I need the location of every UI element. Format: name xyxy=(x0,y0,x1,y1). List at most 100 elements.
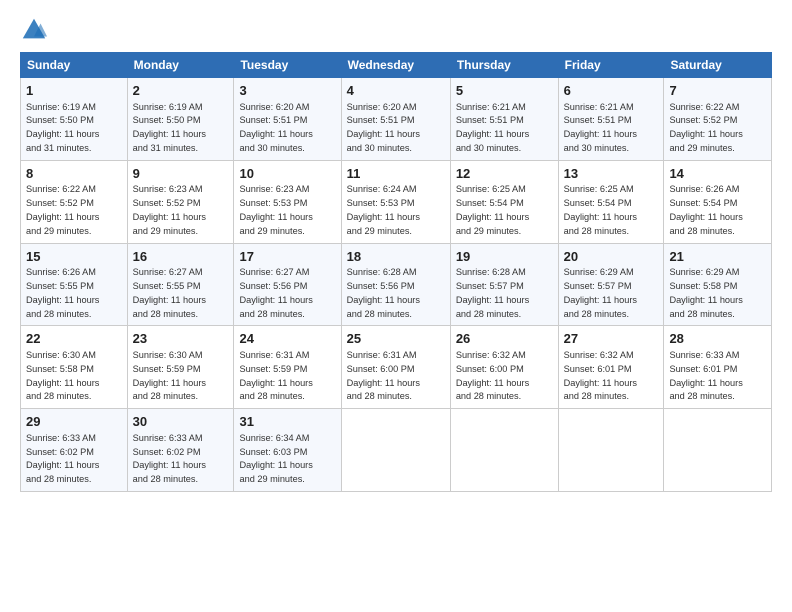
week-row-1: 1 Sunrise: 6:19 AM Sunset: 5:50 PM Daylig… xyxy=(21,78,772,161)
day-cell xyxy=(558,409,664,492)
day-cell: 2 Sunrise: 6:19 AM Sunset: 5:50 PM Daylig… xyxy=(127,78,234,161)
day-info: Sunrise: 6:30 AM Sunset: 5:58 PM Dayligh… xyxy=(26,350,99,401)
calendar-body: 1 Sunrise: 6:19 AM Sunset: 5:50 PM Daylig… xyxy=(21,78,772,492)
logo-icon xyxy=(20,16,48,44)
day-number: 7 xyxy=(669,82,766,100)
day-cell: 31Sunrise: 6:34 AM Sunset: 6:03 PM Dayli… xyxy=(234,409,341,492)
day-info: Sunrise: 6:23 AM Sunset: 5:52 PM Dayligh… xyxy=(133,184,206,235)
header xyxy=(20,16,772,44)
day-number: 29 xyxy=(26,413,122,431)
day-info: Sunrise: 6:19 AM Sunset: 5:50 PM Dayligh… xyxy=(26,102,99,153)
day-cell xyxy=(341,409,450,492)
header-cell-saturday: Saturday xyxy=(664,53,772,78)
day-number: 16 xyxy=(133,248,229,266)
day-cell: 10Sunrise: 6:23 AM Sunset: 5:53 PM Dayli… xyxy=(234,160,341,243)
day-info: Sunrise: 6:29 AM Sunset: 5:58 PM Dayligh… xyxy=(669,267,742,318)
day-info: Sunrise: 6:27 AM Sunset: 5:55 PM Dayligh… xyxy=(133,267,206,318)
day-info: Sunrise: 6:28 AM Sunset: 5:57 PM Dayligh… xyxy=(456,267,529,318)
header-cell-sunday: Sunday xyxy=(21,53,128,78)
day-info: Sunrise: 6:34 AM Sunset: 6:03 PM Dayligh… xyxy=(239,433,312,484)
day-info: Sunrise: 6:31 AM Sunset: 6:00 PM Dayligh… xyxy=(347,350,420,401)
header-cell-tuesday: Tuesday xyxy=(234,53,341,78)
day-number: 21 xyxy=(669,248,766,266)
header-cell-friday: Friday xyxy=(558,53,664,78)
day-number: 25 xyxy=(347,330,445,348)
day-cell: 7 Sunrise: 6:22 AM Sunset: 5:52 PM Daylig… xyxy=(664,78,772,161)
day-number: 3 xyxy=(239,82,335,100)
day-number: 27 xyxy=(564,330,659,348)
day-number: 28 xyxy=(669,330,766,348)
day-info: Sunrise: 6:20 AM Sunset: 5:51 PM Dayligh… xyxy=(347,102,420,153)
day-number: 14 xyxy=(669,165,766,183)
day-cell: 1 Sunrise: 6:19 AM Sunset: 5:50 PM Daylig… xyxy=(21,78,128,161)
week-row-3: 15Sunrise: 6:26 AM Sunset: 5:55 PM Dayli… xyxy=(21,243,772,326)
day-number: 9 xyxy=(133,165,229,183)
day-info: Sunrise: 6:31 AM Sunset: 5:59 PM Dayligh… xyxy=(239,350,312,401)
week-row-5: 29 Sunrise: 6:33 AM Sunset: 6:02 PM Dayli… xyxy=(21,409,772,492)
day-number: 20 xyxy=(564,248,659,266)
day-info: Sunrise: 6:33 AM Sunset: 6:02 PM Dayligh… xyxy=(133,433,206,484)
day-info: Sunrise: 6:28 AM Sunset: 5:56 PM Dayligh… xyxy=(347,267,420,318)
day-cell: 25 Sunrise: 6:31 AM Sunset: 6:00 PM Dayli… xyxy=(341,326,450,409)
day-number: 13 xyxy=(564,165,659,183)
calendar-page: SundayMondayTuesdayWednesdayThursdayFrid… xyxy=(0,0,792,612)
day-info: Sunrise: 6:25 AM Sunset: 5:54 PM Dayligh… xyxy=(564,184,637,235)
day-cell: 8Sunrise: 6:22 AM Sunset: 5:52 PM Daylig… xyxy=(21,160,128,243)
day-info: Sunrise: 6:29 AM Sunset: 5:57 PM Dayligh… xyxy=(564,267,637,318)
day-info: Sunrise: 6:21 AM Sunset: 5:51 PM Dayligh… xyxy=(456,102,529,153)
day-number: 8 xyxy=(26,165,122,183)
day-number: 4 xyxy=(347,82,445,100)
week-row-4: 22Sunrise: 6:30 AM Sunset: 5:58 PM Dayli… xyxy=(21,326,772,409)
day-number: 30 xyxy=(133,413,229,431)
day-cell: 11Sunrise: 6:24 AM Sunset: 5:53 PM Dayli… xyxy=(341,160,450,243)
day-info: Sunrise: 6:22 AM Sunset: 5:52 PM Dayligh… xyxy=(669,102,742,153)
day-number: 1 xyxy=(26,82,122,100)
day-cell: 29 Sunrise: 6:33 AM Sunset: 6:02 PM Dayli… xyxy=(21,409,128,492)
week-row-2: 8Sunrise: 6:22 AM Sunset: 5:52 PM Daylig… xyxy=(21,160,772,243)
day-number: 17 xyxy=(239,248,335,266)
day-number: 11 xyxy=(347,165,445,183)
day-info: Sunrise: 6:30 AM Sunset: 5:59 PM Dayligh… xyxy=(133,350,206,401)
day-cell: 30 Sunrise: 6:33 AM Sunset: 6:02 PM Dayli… xyxy=(127,409,234,492)
day-info: Sunrise: 6:33 AM Sunset: 6:02 PM Dayligh… xyxy=(26,433,99,484)
day-cell: 26Sunrise: 6:32 AM Sunset: 6:00 PM Dayli… xyxy=(450,326,558,409)
header-cell-monday: Monday xyxy=(127,53,234,78)
day-info: Sunrise: 6:25 AM Sunset: 5:54 PM Dayligh… xyxy=(456,184,529,235)
day-number: 26 xyxy=(456,330,553,348)
day-info: Sunrise: 6:26 AM Sunset: 5:54 PM Dayligh… xyxy=(669,184,742,235)
day-info: Sunrise: 6:20 AM Sunset: 5:51 PM Dayligh… xyxy=(239,102,312,153)
day-cell: 3 Sunrise: 6:20 AM Sunset: 5:51 PM Daylig… xyxy=(234,78,341,161)
day-cell: 22Sunrise: 6:30 AM Sunset: 5:58 PM Dayli… xyxy=(21,326,128,409)
day-number: 5 xyxy=(456,82,553,100)
day-number: 6 xyxy=(564,82,659,100)
day-cell: 14Sunrise: 6:26 AM Sunset: 5:54 PM Dayli… xyxy=(664,160,772,243)
day-cell: 18Sunrise: 6:28 AM Sunset: 5:56 PM Dayli… xyxy=(341,243,450,326)
day-info: Sunrise: 6:22 AM Sunset: 5:52 PM Dayligh… xyxy=(26,184,99,235)
day-info: Sunrise: 6:19 AM Sunset: 5:50 PM Dayligh… xyxy=(133,102,206,153)
day-cell: 24Sunrise: 6:31 AM Sunset: 5:59 PM Dayli… xyxy=(234,326,341,409)
day-number: 15 xyxy=(26,248,122,266)
day-number: 10 xyxy=(239,165,335,183)
day-number: 23 xyxy=(133,330,229,348)
calendar-header: SundayMondayTuesdayWednesdayThursdayFrid… xyxy=(21,53,772,78)
header-cell-thursday: Thursday xyxy=(450,53,558,78)
day-info: Sunrise: 6:24 AM Sunset: 5:53 PM Dayligh… xyxy=(347,184,420,235)
day-info: Sunrise: 6:23 AM Sunset: 5:53 PM Dayligh… xyxy=(239,184,312,235)
day-cell xyxy=(450,409,558,492)
day-number: 18 xyxy=(347,248,445,266)
day-number: 2 xyxy=(133,82,229,100)
day-number: 12 xyxy=(456,165,553,183)
day-cell: 21Sunrise: 6:29 AM Sunset: 5:58 PM Dayli… xyxy=(664,243,772,326)
day-cell xyxy=(664,409,772,492)
day-info: Sunrise: 6:33 AM Sunset: 6:01 PM Dayligh… xyxy=(669,350,742,401)
day-cell: 28 Sunrise: 6:33 AM Sunset: 6:01 PM Dayli… xyxy=(664,326,772,409)
day-cell: 27Sunrise: 6:32 AM Sunset: 6:01 PM Dayli… xyxy=(558,326,664,409)
day-cell: 12Sunrise: 6:25 AM Sunset: 5:54 PM Dayli… xyxy=(450,160,558,243)
header-cell-wednesday: Wednesday xyxy=(341,53,450,78)
day-cell: 4 Sunrise: 6:20 AM Sunset: 5:51 PM Daylig… xyxy=(341,78,450,161)
logo xyxy=(20,16,52,44)
day-cell: 6Sunrise: 6:21 AM Sunset: 5:51 PM Daylig… xyxy=(558,78,664,161)
day-cell: 9Sunrise: 6:23 AM Sunset: 5:52 PM Daylig… xyxy=(127,160,234,243)
day-cell: 13Sunrise: 6:25 AM Sunset: 5:54 PM Dayli… xyxy=(558,160,664,243)
day-cell: 17Sunrise: 6:27 AM Sunset: 5:56 PM Dayli… xyxy=(234,243,341,326)
